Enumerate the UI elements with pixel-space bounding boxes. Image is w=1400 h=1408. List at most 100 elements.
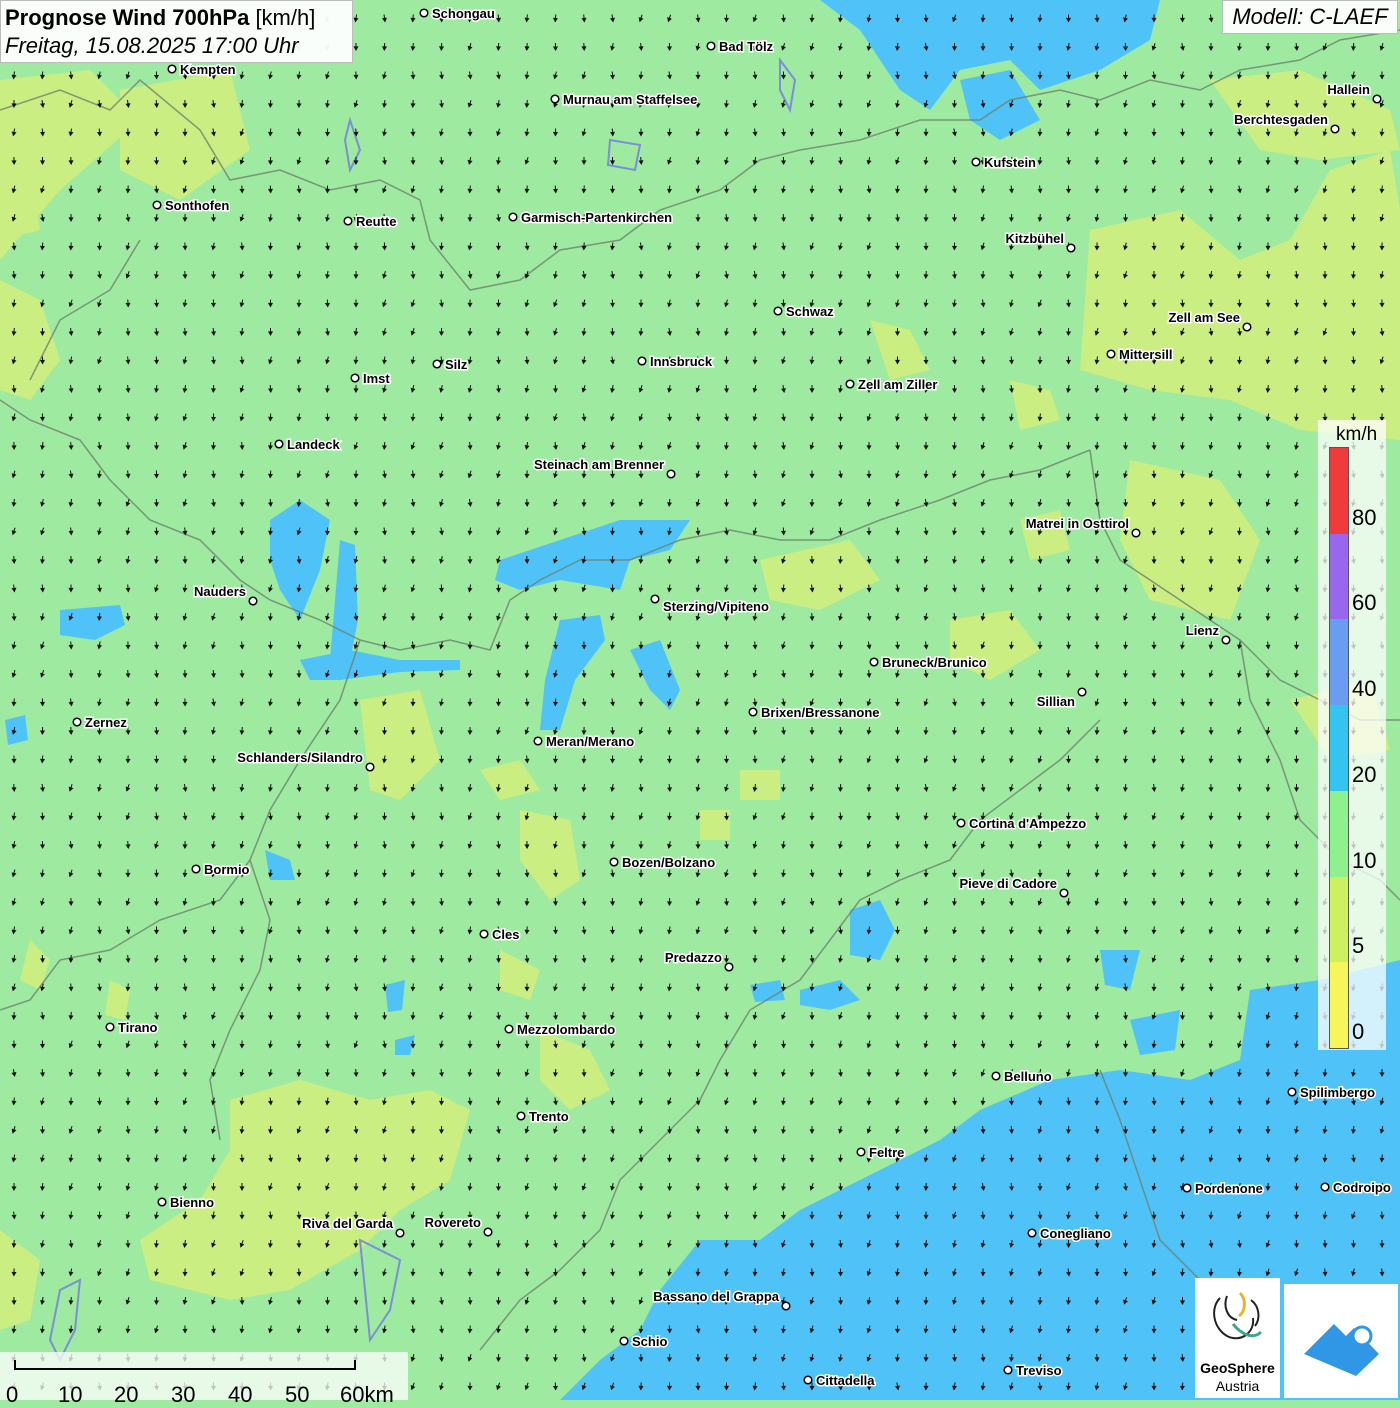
city-label: Pieve di Cadore xyxy=(959,876,1057,891)
legend-label: 0 xyxy=(1352,1019,1364,1045)
city-dot[interactable] xyxy=(667,470,675,478)
color-legend: km/h 806040201050 xyxy=(1318,420,1386,1050)
city-dot[interactable] xyxy=(638,357,646,365)
city-dot[interactable] xyxy=(1067,244,1075,252)
city-label: Tirano xyxy=(118,1020,158,1035)
city-dot[interactable] xyxy=(351,374,359,382)
city-marker[interactable]: Innsbruck xyxy=(638,354,713,369)
city-label: Mittersill xyxy=(1119,347,1172,362)
legend-segment xyxy=(1330,705,1348,791)
city-label: Zell am Ziller xyxy=(858,377,937,392)
city-dot[interactable] xyxy=(505,1025,513,1033)
city-dot[interactable] xyxy=(433,360,441,368)
city-dot[interactable] xyxy=(275,440,283,448)
partner-logo[interactable] xyxy=(1284,1284,1398,1398)
city-label: Sterzing/Vipiteno xyxy=(663,599,769,614)
scale-tick-label: 50 xyxy=(285,1382,309,1408)
city-dot[interactable] xyxy=(857,1148,865,1156)
city-dot[interactable] xyxy=(620,1337,628,1345)
city-dot[interactable] xyxy=(106,1023,114,1031)
city-dot[interactable] xyxy=(480,930,488,938)
city-label: Sonthofen xyxy=(165,198,229,213)
city-label: Kempten xyxy=(180,62,236,77)
city-dot[interactable] xyxy=(484,1228,492,1236)
city-dot[interactable] xyxy=(1243,323,1251,331)
geosphere-logo-sub: Austria xyxy=(1195,1378,1280,1394)
city-dot[interactable] xyxy=(1028,1229,1036,1237)
city-dot[interactable] xyxy=(992,1072,1000,1080)
city-label: Zell am See xyxy=(1168,310,1240,325)
city-dot[interactable] xyxy=(707,42,715,50)
city-dot[interactable] xyxy=(509,213,517,221)
city-label: Codroipo xyxy=(1333,1180,1391,1195)
legend-label: 80 xyxy=(1352,505,1376,531)
city-label: Schio xyxy=(632,1334,667,1349)
scale-tick-label: 10 xyxy=(58,1382,82,1408)
city-label: Bruneck/Brunico xyxy=(882,655,987,670)
city-marker[interactable]: Schongau xyxy=(420,6,495,21)
city-dot[interactable] xyxy=(158,1198,166,1206)
city-dot[interactable] xyxy=(870,658,878,666)
city-dot[interactable] xyxy=(972,158,980,166)
city-dot[interactable] xyxy=(517,1112,525,1120)
city-marker[interactable]: Pordenone xyxy=(1183,1181,1263,1196)
city-dot[interactable] xyxy=(396,1229,404,1237)
city-marker[interactable]: Sterzing/Vipiteno xyxy=(651,595,769,614)
city-marker[interactable]: Spilimbergo xyxy=(1288,1085,1375,1100)
city-dot[interactable] xyxy=(1288,1088,1296,1096)
city-dot[interactable] xyxy=(1078,688,1086,696)
city-label: Predazzo xyxy=(665,950,722,965)
city-dot[interactable] xyxy=(1222,636,1230,644)
city-dot[interactable] xyxy=(782,1302,790,1310)
city-dot[interactable] xyxy=(366,763,374,771)
city-label: Kufstein xyxy=(984,155,1036,170)
city-marker[interactable]: Bozen/Bolzano xyxy=(610,855,715,870)
city-dot[interactable] xyxy=(1331,125,1339,133)
city-marker[interactable]: Brixen/Bressanone xyxy=(749,705,879,720)
city-dot[interactable] xyxy=(551,95,559,103)
city-dot[interactable] xyxy=(534,737,542,745)
city-dot[interactable] xyxy=(651,595,659,603)
city-dot[interactable] xyxy=(1373,95,1381,103)
city-marker[interactable]: Zell am Ziller xyxy=(846,377,937,392)
city-dot[interactable] xyxy=(1183,1184,1191,1192)
city-dot[interactable] xyxy=(804,1376,812,1384)
city-marker[interactable]: Cortina d'Ampezzo xyxy=(957,816,1086,831)
city-marker[interactable]: Sonthofen xyxy=(153,198,229,213)
city-dot[interactable] xyxy=(249,597,257,605)
city-dot[interactable] xyxy=(344,217,352,225)
city-label: Schwaz xyxy=(786,304,834,319)
city-marker[interactable]: Conegliano xyxy=(1028,1226,1111,1241)
geosphere-logo[interactable]: GeoSphere Austria xyxy=(1195,1278,1280,1398)
city-marker[interactable]: Garmisch-Partenkirchen xyxy=(509,210,672,225)
city-dot[interactable] xyxy=(774,307,782,315)
city-dot[interactable] xyxy=(153,201,161,209)
city-dot[interactable] xyxy=(846,380,854,388)
city-dot[interactable] xyxy=(957,819,965,827)
city-marker[interactable]: Meran/Merano xyxy=(534,734,634,749)
city-marker[interactable]: Murnau am Staffelsee xyxy=(551,92,697,107)
scale-line xyxy=(14,1360,356,1370)
city-dot[interactable] xyxy=(1004,1366,1012,1374)
city-marker[interactable]: Bruneck/Brunico xyxy=(870,655,987,670)
city-dot[interactable] xyxy=(168,65,176,73)
city-dot[interactable] xyxy=(725,963,733,971)
city-label: Trento xyxy=(529,1109,569,1124)
city-label: Zernez xyxy=(85,715,127,730)
city-label: Riva del Garda xyxy=(302,1216,394,1231)
city-dot[interactable] xyxy=(610,858,618,866)
city-dot[interactable] xyxy=(1107,350,1115,358)
city-dot[interactable] xyxy=(1321,1183,1329,1191)
city-label: Bozen/Bolzano xyxy=(622,855,715,870)
city-dot[interactable] xyxy=(192,865,200,873)
city-marker[interactable]: Mezzolombardo xyxy=(505,1022,615,1037)
city-dot[interactable] xyxy=(420,9,428,17)
city-dot[interactable] xyxy=(73,718,81,726)
city-label: Kitzbühel xyxy=(1006,231,1065,246)
city-label: Steinach am Brenner xyxy=(534,457,664,472)
city-dot[interactable] xyxy=(1060,889,1068,897)
city-dot[interactable] xyxy=(749,708,757,716)
legend-label: 10 xyxy=(1352,848,1376,874)
city-dot[interactable] xyxy=(1132,529,1140,537)
wind-map[interactable]: SchongauBad TölzKemptenMurnau am Staffel… xyxy=(0,0,1400,1400)
